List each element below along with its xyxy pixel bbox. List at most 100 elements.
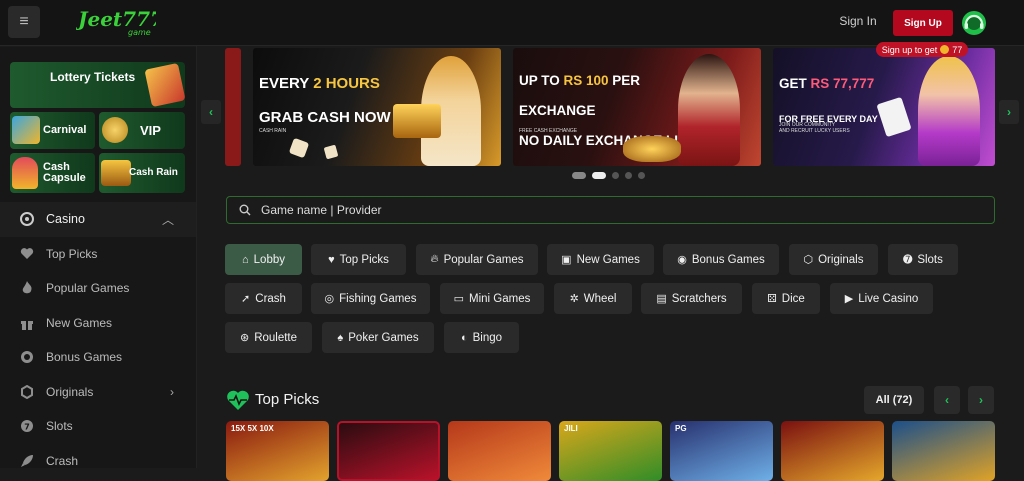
promo-tooltip-value: 77 xyxy=(952,44,963,55)
carnival-tile[interactable]: Carnival xyxy=(10,112,95,149)
sidebar-item-slots[interactable]: 7 Slots xyxy=(0,409,196,444)
carousel-prev-button[interactable]: ‹ xyxy=(201,100,221,124)
banner-free-daily[interactable]: GET RS 77,777 FOR FREE EVERY DAY JOIN OU… xyxy=(773,48,995,166)
category-slots[interactable]: ➐ Slots xyxy=(888,244,958,275)
game-card[interactable]: 15X 5X 10X xyxy=(226,421,329,481)
category-live-casino[interactable]: ▶ Live Casino xyxy=(830,283,933,314)
bingo-ball-icon: ◐ xyxy=(460,331,468,344)
carousel-dot[interactable] xyxy=(612,172,619,179)
rocket-icon xyxy=(20,454,34,468)
sidebar-item-label: Crash xyxy=(46,453,79,468)
category-popular-games[interactable]: 🔥︎ Popular Games xyxy=(416,244,538,275)
lottery-tickets-tile[interactable]: Lottery Tickets xyxy=(10,62,186,108)
category-wheel[interactable]: ✲ Wheel xyxy=(554,283,632,314)
cash-capsule-label: Cash Capsule xyxy=(43,161,86,184)
cash-rain-label: Cash Rain xyxy=(129,167,178,178)
game-search-bar[interactable] xyxy=(226,196,995,224)
svg-text:7: 7 xyxy=(24,423,30,432)
woman-figure xyxy=(678,54,740,166)
heart-icon: ♥ xyxy=(328,253,335,266)
sidebar-item-originals[interactable]: Originals › xyxy=(0,375,196,410)
casino-chip-icon xyxy=(20,212,34,227)
sidebar-nav: Casino ︿ Top Picks Popular Games New Gam… xyxy=(0,202,196,468)
category-bonus-games[interactable]: ◉ Bonus Games xyxy=(663,244,779,275)
banner-previous-peek[interactable] xyxy=(225,48,241,166)
carousel-dot[interactable] xyxy=(572,172,586,179)
search-input[interactable] xyxy=(261,203,861,217)
category-crash[interactable]: ➚ Crash xyxy=(225,283,302,314)
game-card[interactable] xyxy=(337,421,440,481)
sidebar-item-casino[interactable]: Casino ︿ xyxy=(0,202,196,237)
search-icon xyxy=(239,204,251,216)
jeet777-logo[interactable]: Jeet777 game xyxy=(76,4,156,40)
category-poker-games[interactable]: ♠ Poker Games xyxy=(322,322,434,353)
banner-cash-exchange[interactable]: UP TO Rs 100 PER EXCHANGE NO DAILY EXCHA… xyxy=(513,48,761,166)
category-lobby[interactable]: ⌂ Lobby xyxy=(225,244,302,275)
banner-caption: CASH RAIN xyxy=(259,128,287,134)
heart-icon xyxy=(20,247,34,261)
carousel-dot[interactable] xyxy=(625,172,632,179)
sidebar-item-new-games[interactable]: New Games xyxy=(0,306,196,341)
game-card[interactable] xyxy=(892,421,995,481)
chevron-right-icon[interactable]: › xyxy=(170,385,174,399)
play-icon: ▶ xyxy=(844,293,854,305)
sidebar-item-popular-games[interactable]: Popular Games xyxy=(0,271,196,306)
carousel-next-button[interactable]: › xyxy=(999,100,1019,124)
section-title: Top Picks xyxy=(255,391,320,408)
lottery-tickets-label: Lottery Tickets xyxy=(50,70,136,84)
slots-icon: ➐ xyxy=(903,254,913,266)
banner-title: UP TO Rs 100 PER EXCHANGE NO DAILY EXCHA… xyxy=(519,73,702,148)
menu-icon[interactable]: ≡ xyxy=(8,6,40,38)
sidebar-item-label: New Games xyxy=(46,315,113,330)
vip-label: VIP xyxy=(140,123,161,138)
lottery-ticket-icon xyxy=(144,62,186,108)
sidebar-item-crash[interactable]: Crash xyxy=(0,444,196,469)
carousel-dot[interactable] xyxy=(638,172,645,179)
cash-capsule-tile[interactable]: Cash Capsule xyxy=(10,153,95,193)
game-card[interactable] xyxy=(448,421,551,481)
game-tag: PG xyxy=(675,424,687,433)
category-top-picks[interactable]: ♥ Top Picks xyxy=(311,244,406,275)
slots-icon: 7 xyxy=(20,419,34,433)
category-mini-games[interactable]: ▭ Mini Games xyxy=(440,283,544,314)
gold-coins-icon xyxy=(623,136,681,162)
view-all-button[interactable]: All (72) xyxy=(864,386,924,414)
carousel-dot-active[interactable] xyxy=(592,172,606,179)
bonus-coin-icon xyxy=(20,350,34,364)
game-card[interactable]: PG xyxy=(670,421,773,481)
section-prev-button[interactable]: ‹ xyxy=(934,386,960,414)
game-card[interactable]: JILI xyxy=(559,421,662,481)
chevron-up-icon[interactable]: ︿ xyxy=(162,211,174,228)
category-dice[interactable]: ⚄ Dice xyxy=(752,283,820,314)
sidebar-item-bonus-games[interactable]: Bonus Games xyxy=(0,340,196,375)
treasure-chest-icon xyxy=(101,160,131,186)
category-originals[interactable]: ⬡ Originals xyxy=(789,244,878,275)
cash-rain-tile[interactable]: Cash Rain xyxy=(99,153,185,193)
banner-title: EVERY 2 HOURS GRAB CASH NOW xyxy=(259,75,391,126)
section-next-button[interactable]: › xyxy=(968,386,994,414)
promo-carousel: ‹ EVERY 2 HOURS GRAB CASH NOW CASH RAIN … xyxy=(196,46,1024,186)
playing-cards-icon xyxy=(876,96,912,138)
vip-tile[interactable]: VIP xyxy=(99,112,185,149)
game-card[interactable] xyxy=(781,421,884,481)
sidebar-item-top-picks[interactable]: Top Picks xyxy=(0,237,196,272)
sidebar-item-label: Top Picks xyxy=(46,246,98,261)
sign-up-button[interactable]: Sign Up xyxy=(893,10,953,36)
category-scratchers[interactable]: ▤ Scratchers xyxy=(641,283,742,314)
scratch-card-icon: ▤ xyxy=(656,293,667,305)
top-bar: ≡ Jeet777 game Sign In Sign Up xyxy=(0,0,1024,46)
banner-cash-rain[interactable]: EVERY 2 HOURS GRAB CASH NOW CASH RAIN xyxy=(253,48,501,166)
heart-pulse-icon xyxy=(227,390,249,410)
home-icon: ⌂ xyxy=(242,253,249,266)
coin-icon xyxy=(940,45,950,54)
signup-promo-tooltip[interactable]: Sign up to get 77 xyxy=(876,42,968,57)
support-headset-icon[interactable] xyxy=(960,9,988,37)
sign-in-link[interactable]: Sign In xyxy=(830,14,886,28)
roulette-icon: ⊛ xyxy=(239,332,250,344)
promo-tooltip-label: Sign up to get xyxy=(881,44,938,55)
category-bingo[interactable]: ◐ Bingo xyxy=(444,322,519,353)
category-new-games[interactable]: ▣ New Games xyxy=(547,244,654,275)
category-roulette[interactable]: ⊛ Roulette xyxy=(225,322,312,353)
fish-icon: ◎ xyxy=(324,293,335,305)
category-fishing-games[interactable]: ◎ Fishing Games xyxy=(311,283,430,314)
